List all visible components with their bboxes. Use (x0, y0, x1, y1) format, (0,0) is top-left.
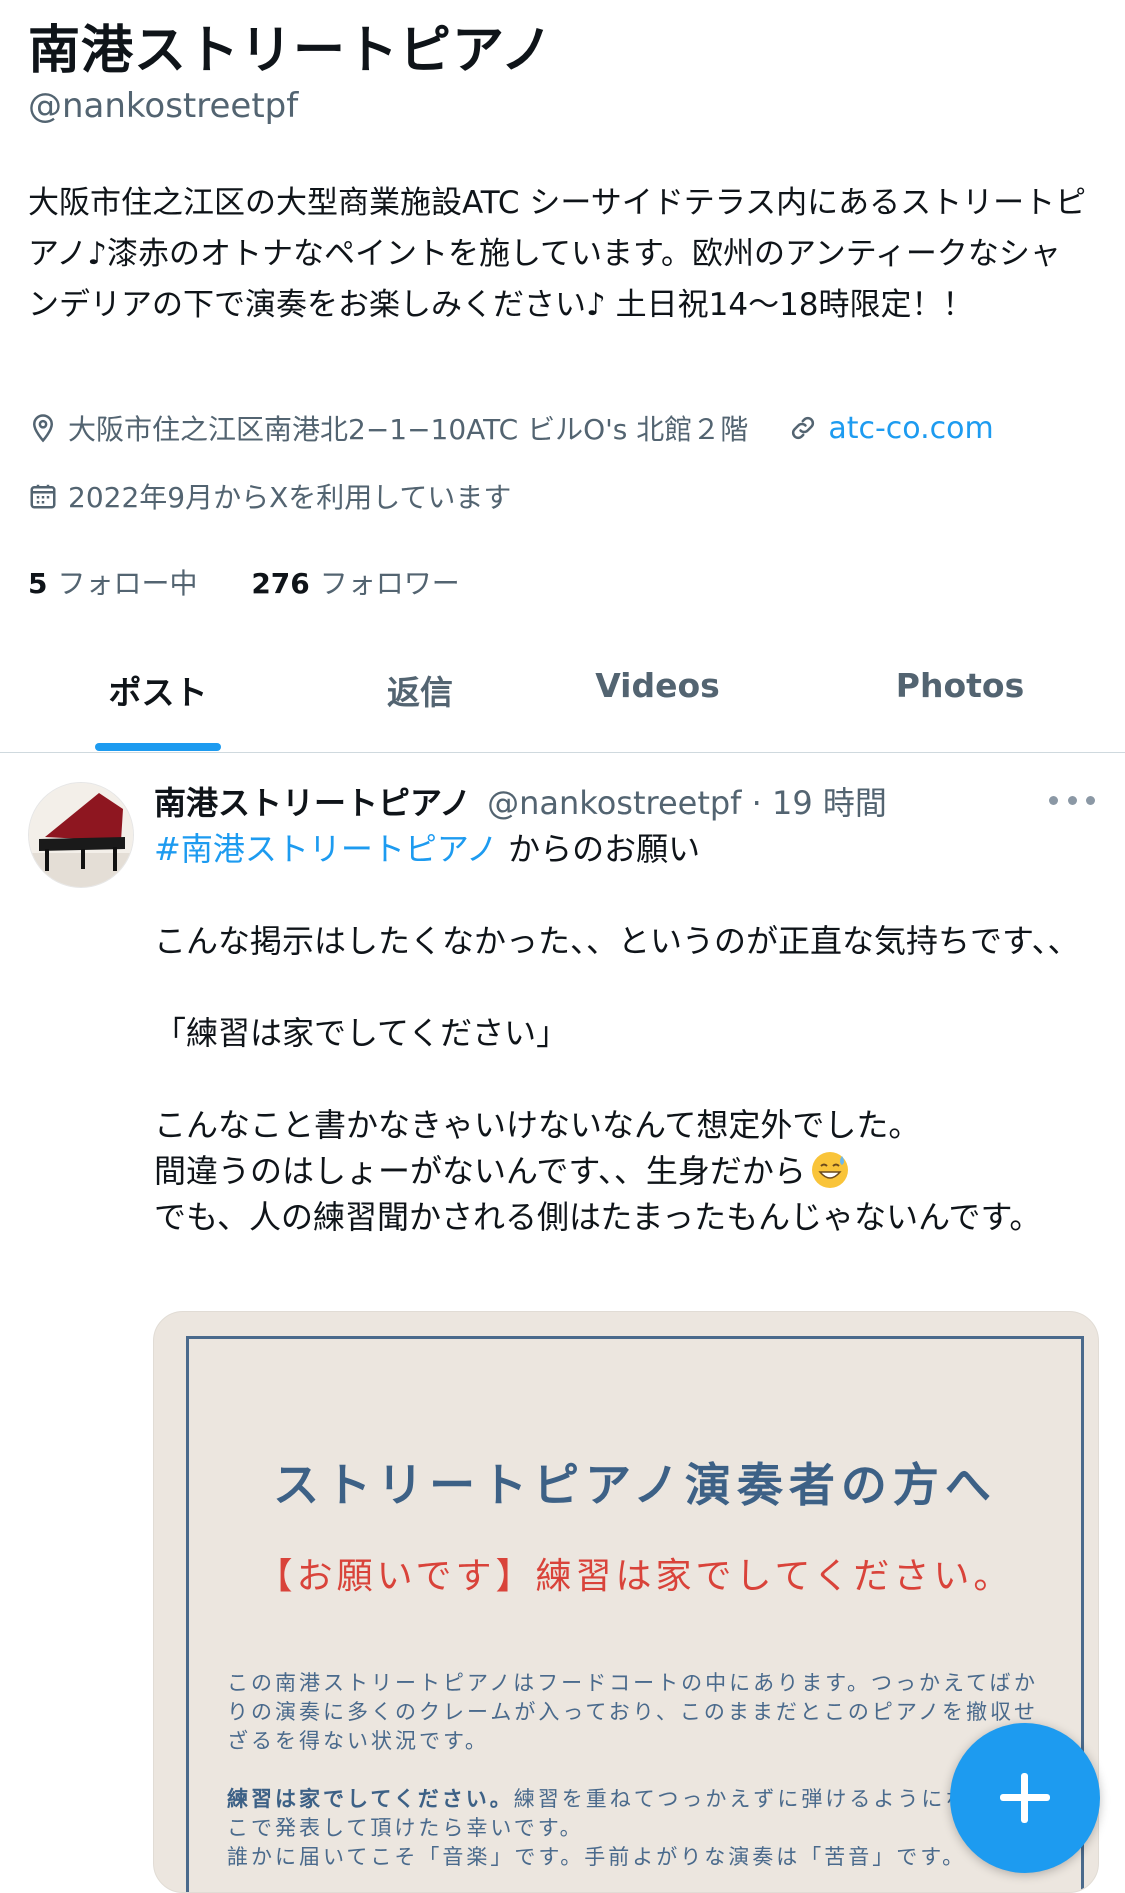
grinning-face-with-sweat-emoji (811, 1152, 848, 1188)
profile-meta: 大阪市住之江区南港北2−1−10ATC ビルO's 北館２階 atc-co.co… (28, 408, 994, 448)
tweet-author-name[interactable]: 南港ストリートピアノ (154, 784, 471, 822)
profile-bio: 大阪市住之江区の大型商業施設ATC シーサイドテラス内にあるストリートピアノ♪漆… (28, 185, 1087, 323)
following-link[interactable]: 5 フォロー中 (28, 567, 198, 600)
poster-subtitle: 【お願いです】練習は家でしてください。 (256, 1556, 1014, 1597)
tweet-timestamp[interactable]: · 19 時間 (752, 784, 887, 822)
active-tab-indicator (95, 743, 221, 751)
following-label: フォロー中 (57, 567, 198, 600)
profile-tabs: ポスト 返信 Videos Photos (0, 640, 1125, 753)
profile-joined-row: 2022年9月からXを利用しています (28, 476, 511, 516)
tweet-text: #南港ストリートピアノ からのお願い こんな掲示はしたくなかった、、というのが正… (154, 826, 1094, 1240)
calendar-icon (30, 484, 56, 509)
tweet-line-3: こんなこと書かなきゃいけないなんて想定外でした。 (154, 1106, 921, 1144)
poster-paragraph-3: 誰かに届いてこそ「音楽」です。手前よがりな演奏は「苦音」です。 (227, 1845, 967, 1869)
profile-joined: 2022年9月からXを利用しています (68, 481, 512, 514)
follow-stats: 5 フォロー中 276 フォロワー (28, 562, 460, 602)
tweet-line-hashtag: #南港ストリートピアノ からのお願い (154, 826, 1094, 872)
tab-videos[interactable]: Videos (580, 666, 735, 705)
poster-paragraph-2-bold: 練習は家でしてください。 (227, 1787, 514, 1811)
tweet-hashtag[interactable]: #南港ストリートピアノ (154, 830, 498, 868)
link-icon (792, 416, 815, 440)
tab-replies[interactable]: 返信 (360, 666, 480, 714)
tab-photos[interactable]: Photos (880, 666, 1040, 705)
profile-location: 大阪市住之江区南港北2−1−10ATC ビルO's 北館２階 (68, 413, 749, 446)
followers-link[interactable]: 276 フォロワー (251, 567, 459, 600)
compose-plus-icon[interactable] (950, 1723, 1100, 1873)
grand-piano-image (29, 783, 133, 887)
tweet-line-4-text: 間違うのはしょーがないんです、、生身だから (154, 1152, 806, 1190)
tweet-header: 南港ストリートピアノ @nankostreetpf · 19 時間 (154, 778, 887, 824)
poster-paragraph-2: 練習は家でしてください。練習を重ねてつっかえずに弾けるようになら、ここで発表して… (227, 1785, 1047, 1872)
tweet-author-handle[interactable]: @nankostreetpf (487, 784, 741, 822)
followers-count: 276 (251, 567, 310, 600)
tab-posts[interactable]: ポスト (95, 666, 221, 714)
followers-label: フォロワー (319, 567, 460, 600)
following-count: 5 (28, 567, 48, 600)
profile-link[interactable]: atc-co.com (788, 411, 994, 446)
tweet-line-2: 「練習は家でしてください」 (154, 1014, 569, 1052)
avatar[interactable] (28, 782, 134, 888)
tweet-line-5: でも、人の練習聞かされる側はたまったもんじゃないんです。 (154, 1198, 1042, 1236)
tweet-line-1: こんな掲示はしたくなかった、、というのが正直な気持ちです、、 (154, 922, 1080, 960)
tweet-hashtag-suffix: からのお願い (497, 830, 701, 868)
poster-title: ストリートピアノ演奏者の方へ (273, 1458, 997, 1512)
profile-name: 南港ストリートピアノ (28, 21, 554, 81)
location-pin-icon (32, 414, 54, 443)
poster-paragraph-1: この南港ストリートピアノはフードコートの中にあります。つっかえてばかりの演奏に多… (227, 1671, 1038, 1753)
tweet[interactable]: 南港ストリートピアノ @nankostreetpf · 19 時間 #南港ストリー… (0, 752, 1125, 1893)
more-options-icon[interactable] (1049, 790, 1095, 810)
profile-link-text[interactable]: atc-co.com (828, 411, 993, 446)
tweet-line-4: 間違うのはしょーがないんです、、生身だから (154, 1148, 1094, 1194)
notice-poster: ストリートピアノ演奏者の方へ 【お願いです】練習は家でしてください。 この南港ス… (186, 1336, 1084, 1892)
profile-handle: @nankostreetpf (28, 86, 299, 126)
